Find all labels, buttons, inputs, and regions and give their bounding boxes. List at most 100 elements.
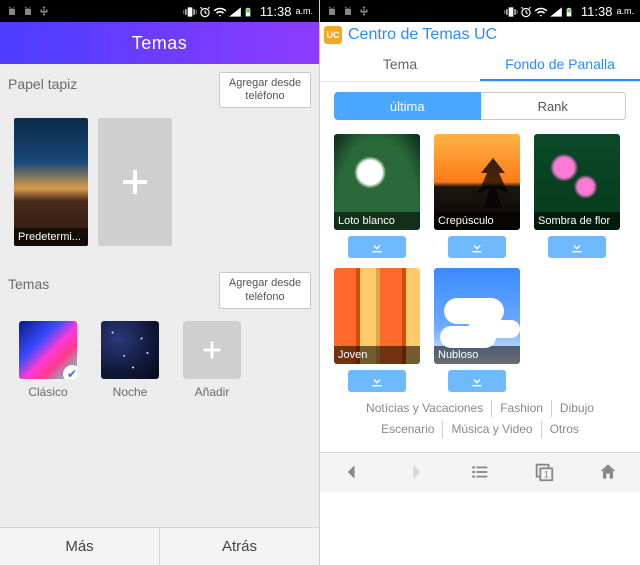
download-icon [369,373,385,389]
check-icon: ✔ [63,365,77,379]
wallpaper-card: Loto blanco [334,134,420,258]
download-icon [369,239,385,255]
plus-icon [202,340,222,360]
wallpaper-label: Crepúsculo [434,212,520,230]
theme-thumb: ✔ [19,321,77,379]
wallpaper-section-head: Papel tapiz Agregar desde teléfono [0,64,319,114]
alarm-icon [198,5,210,17]
adb-icon [326,5,338,17]
page-header: Temas [0,22,319,64]
nav-back-button[interactable] [320,453,384,492]
category-link[interactable]: Notícias y Vacaciones [358,400,492,417]
download-button[interactable] [548,236,606,258]
tab-wallpaper[interactable]: Fondo de Panalla [480,48,640,81]
footer-bar: Más Atrás [0,527,319,565]
screenshot-pair: 11:38 a.m. Temas Papel tapiz Agregar des… [0,0,640,565]
forward-icon [406,462,426,482]
usb-icon [38,5,50,17]
theme-thumb-add [183,321,241,379]
download-icon [569,239,585,255]
wallpaper-thumb[interactable]: Loto blanco [334,134,420,230]
plus-icon [121,168,149,196]
menu-icon [469,461,491,483]
wallpaper-label: Sombra de flor [534,212,620,230]
vibrate-icon [504,5,516,17]
subtab-rank[interactable]: Rank [481,92,627,120]
download-button[interactable] [448,236,506,258]
status-left [326,5,370,17]
status-time: 11:38 [260,4,292,19]
wallpaper-item-default[interactable]: Predetermi... [14,118,88,246]
tab-theme[interactable]: Tema [320,48,480,81]
add-theme-from-phone-button[interactable]: Agregar desde teléfono [219,272,311,308]
theme-label: Añadir [195,385,230,399]
page-header: UC Centro de Temas UC [320,22,640,48]
theme-item-add[interactable]: Añadir [178,321,246,399]
status-ampm: a.m. [295,6,313,16]
subtab-latest[interactable]: última [334,92,481,120]
nav-menu-button[interactable] [448,453,512,492]
nav-forward-button[interactable] [384,453,448,492]
page-title: Centro de Temas UC [348,26,497,44]
vibrate-icon [183,5,195,17]
signal-icon [228,5,240,17]
wallpaper-label: Nubloso [434,346,520,364]
category-link[interactable]: Música y Video [443,421,541,438]
download-button[interactable] [448,370,506,392]
theme-item-night[interactable]: Noche [96,321,164,399]
sub-tabs: última Rank [320,82,640,126]
phone-right: 11:38 a.m. UC Centro de Temas UC Tema Fo… [320,0,640,565]
category-link[interactable]: Otros [542,421,587,438]
battery-icon [243,5,255,17]
download-icon [469,373,485,389]
wallpaper-thumb[interactable]: Crepúsculo [434,134,520,230]
status-right: 11:38 a.m. [504,4,634,19]
status-bar: 11:38 a.m. [0,0,319,22]
battery-icon [564,5,576,17]
themes-section-title: Temas [8,272,49,292]
more-button[interactable]: Más [0,528,160,565]
status-time: 11:38 [581,4,613,19]
uc-logo-icon: UC [324,26,342,44]
download-button[interactable] [348,370,406,392]
wallpaper-card: Joven [334,268,420,392]
wallpaper-thumb[interactable]: Sombra de flor [534,134,620,230]
browser-nav-bar: 1 [320,452,640,492]
add-wallpaper-from-phone-button[interactable]: Agregar desde teléfono [219,72,311,108]
wallpaper-label: Loto blanco [334,212,420,230]
adb-icon [22,5,34,17]
download-button[interactable] [348,236,406,258]
download-icon [469,239,485,255]
wallpaper-card: Nubloso [434,268,520,392]
top-tabs: Tema Fondo de Panalla [320,48,640,82]
status-ampm: a.m. [616,6,634,16]
wallpaper-thumb[interactable]: Joven [334,268,420,364]
nav-tabs-button[interactable]: 1 [512,453,576,492]
adb-icon [6,5,18,17]
wallpaper-row: Predetermi... [0,114,319,264]
wallpaper-thumb[interactable]: Nubloso [434,268,520,364]
category-link[interactable]: Escenario [373,421,443,438]
wifi-icon [534,5,546,17]
wallpaper-card: Crepúsculo [434,134,520,258]
tabs-icon: 1 [533,461,555,483]
back-button[interactable]: Atrás [160,528,319,565]
wallpaper-card: Sombra de flor [534,134,620,258]
back-icon [342,462,362,482]
wifi-icon [213,5,225,17]
alarm-icon [519,5,531,17]
theme-label: Noche [113,385,148,399]
content-area: Papel tapiz Agregar desde teléfono Prede… [0,64,319,527]
signal-icon [549,5,561,17]
status-left [6,5,50,17]
adb-icon [342,5,354,17]
category-link[interactable]: Dibujo [552,400,602,417]
status-bar: 11:38 a.m. [320,0,640,22]
svg-text:1: 1 [544,470,549,480]
theme-label: Clásico [28,385,67,399]
nav-home-button[interactable] [576,453,640,492]
theme-item-classic[interactable]: ✔ Clásico [14,321,82,399]
category-link[interactable]: Fashion [492,400,552,417]
wallpaper-add-tile[interactable] [98,118,172,246]
themes-section-head: Temas Agregar desde teléfono [0,264,319,314]
